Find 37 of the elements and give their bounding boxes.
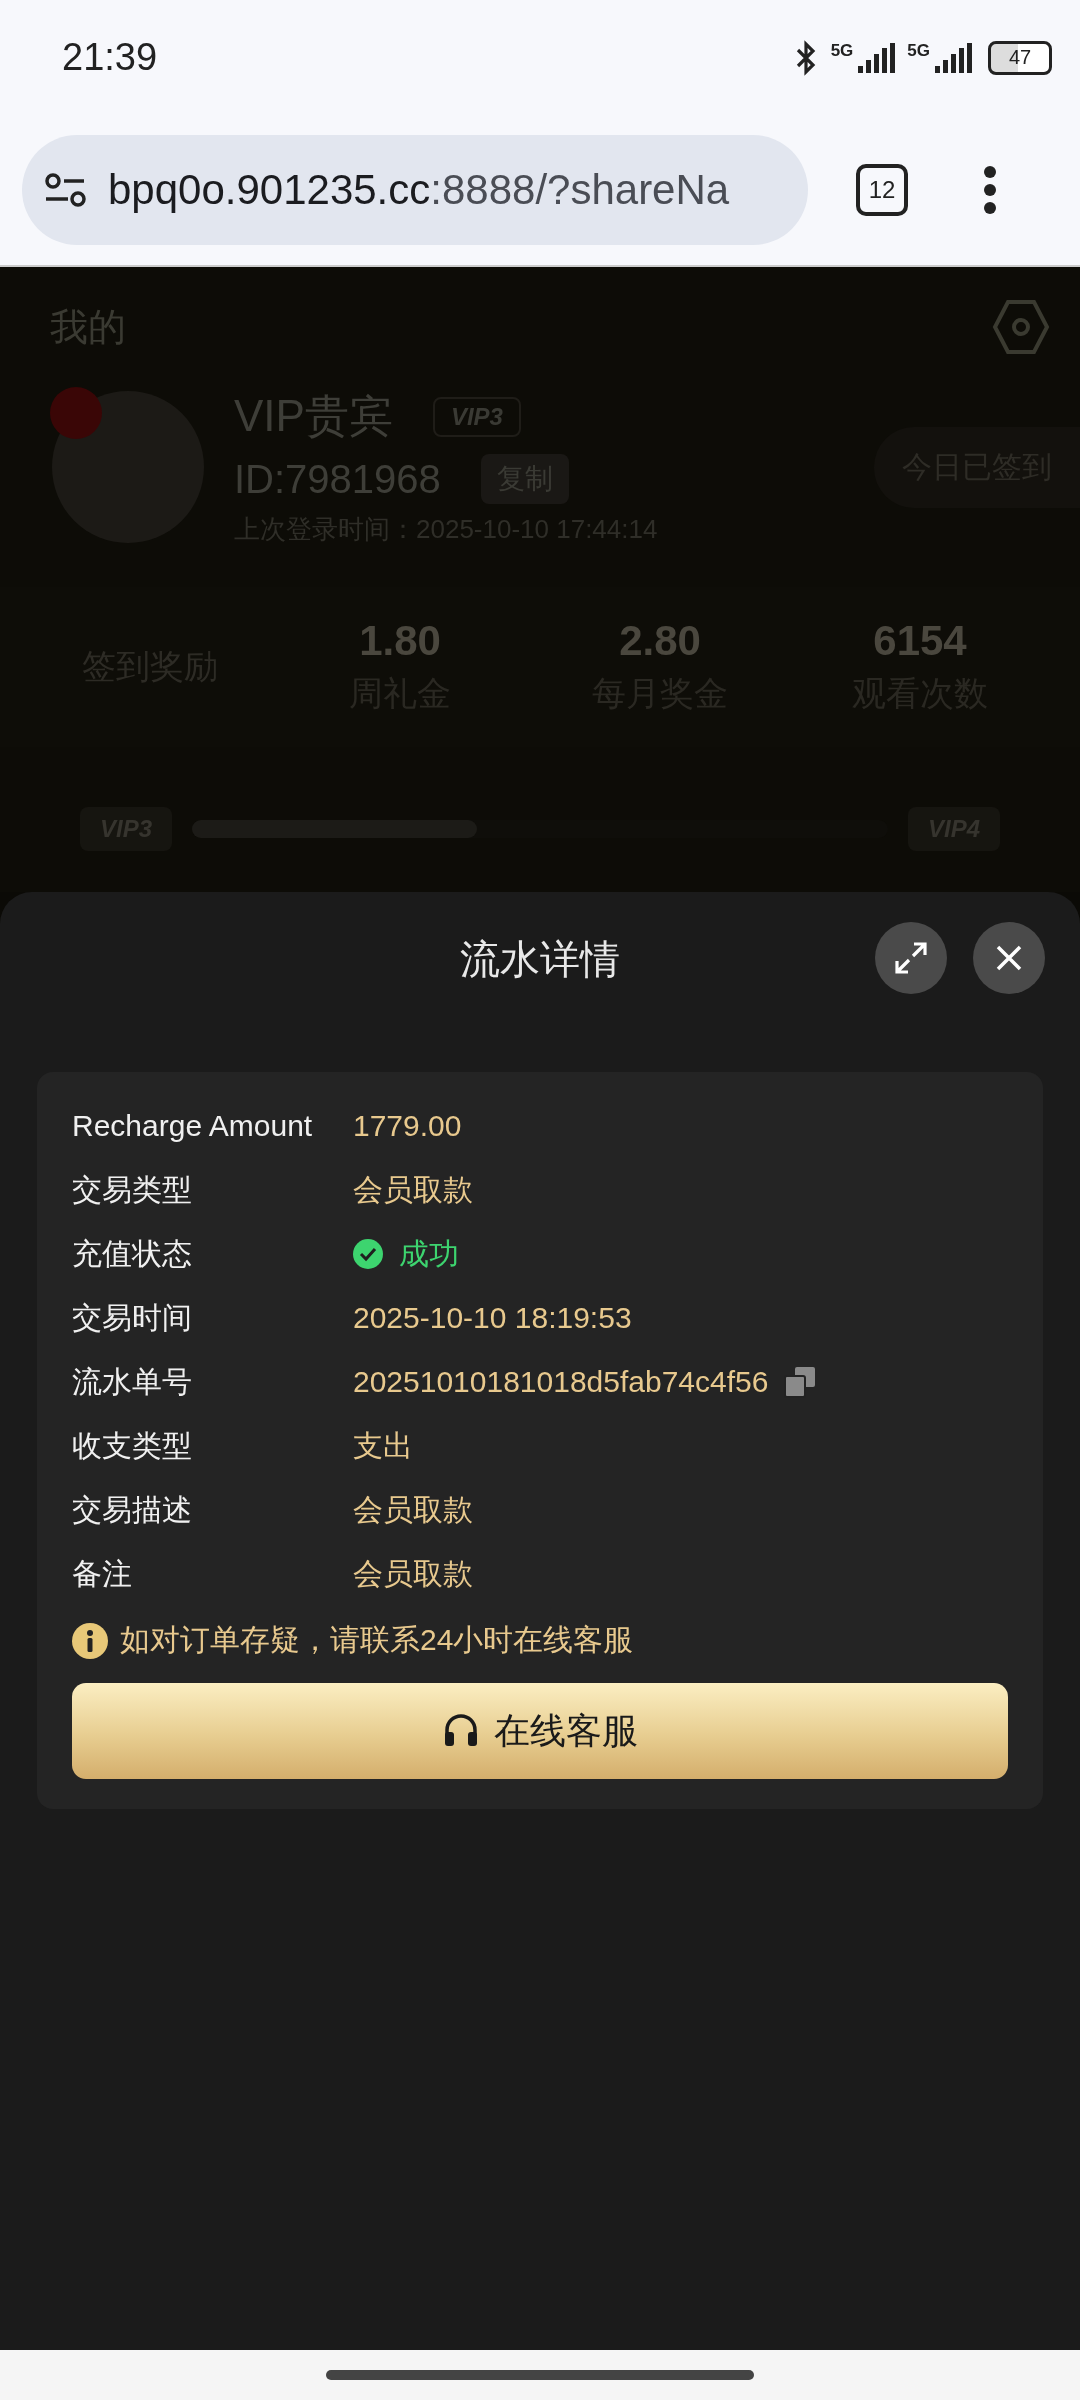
detail-label: 充值状态 (72, 1235, 193, 1272)
detail-label: 备注 (72, 1555, 133, 1592)
signal-icon (934, 41, 974, 74)
tab-count-button[interactable]: 12 (856, 164, 908, 216)
detail-value: 20251010181018d5fab74c4f56 (353, 1365, 769, 1399)
signal-icon (857, 41, 898, 74)
sheet-title: 流水详情 (460, 936, 620, 983)
detail-value: 会员取款 (353, 1491, 473, 1528)
stat-value: 6154 (873, 617, 967, 665)
support-button[interactable]: 在线客服 (72, 1683, 1008, 1779)
status-time: 21:39 (62, 36, 158, 79)
battery-indicator: 47 (988, 40, 1052, 75)
detail-label: 交易类型 (72, 1171, 193, 1208)
detail-label: Recharge Amount (72, 1109, 314, 1143)
detail-value: 会员取款 (353, 1555, 473, 1592)
detail-value: 2025-10-10 18:19:53 (353, 1301, 632, 1335)
detail-label: 交易时间 (72, 1299, 193, 1336)
site-settings-icon[interactable] (44, 173, 88, 207)
detail-label: 流水单号 (72, 1363, 193, 1400)
detail-value: 成功 (399, 1235, 459, 1272)
stat-value: 1.80 (359, 617, 441, 665)
network-label: 5G (907, 40, 930, 61)
stat-value: 2.80 (619, 617, 701, 665)
close-icon (995, 944, 1023, 972)
detail-value: 支出 (353, 1427, 413, 1464)
detail-label: 收支类型 (72, 1427, 193, 1464)
network-label: 5G (830, 40, 854, 61)
expand-icon (894, 941, 928, 975)
notice-text: 如对订单存疑，请联系24小时在线客服 (120, 1622, 634, 1658)
menu-icon[interactable] (982, 165, 998, 215)
info-icon (72, 1622, 108, 1659)
copy-icon[interactable] (784, 1366, 817, 1398)
detail-value: 会员取款 (353, 1171, 473, 1208)
detail-label: 交易描述 (72, 1491, 193, 1528)
address-bar[interactable]: bpq0o.901235.cc:8888/?shareNa (22, 135, 808, 245)
detail-value: 1779.00 (353, 1109, 462, 1143)
url-text: bpq0o.901235.cc:8888/?shareNa (108, 166, 730, 214)
